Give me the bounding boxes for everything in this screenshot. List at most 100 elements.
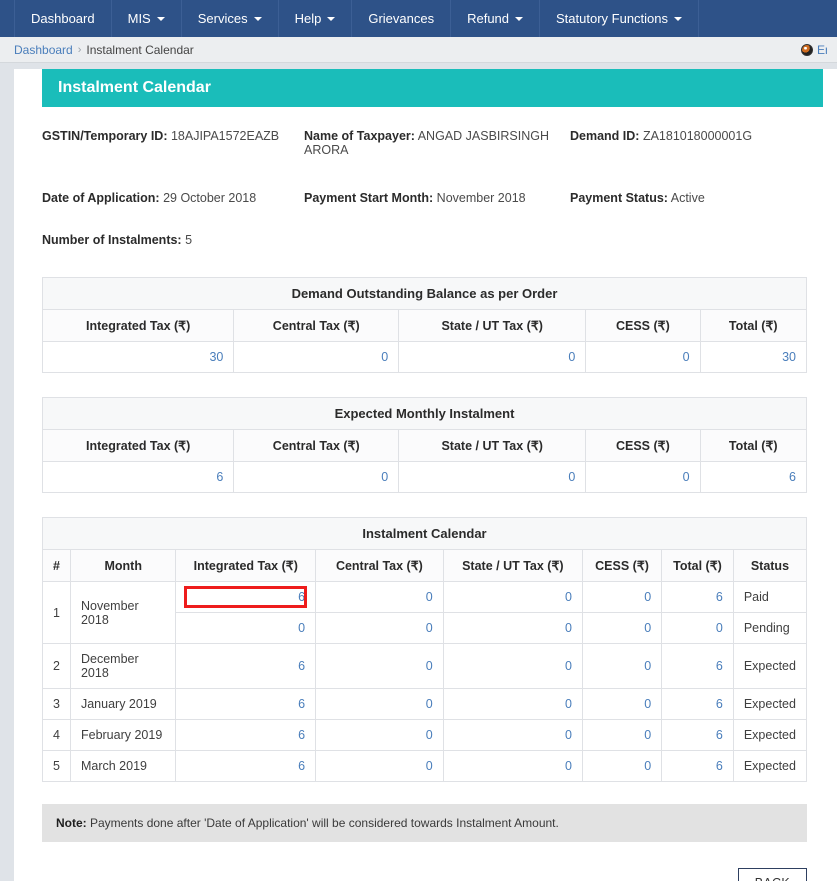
column-header: Integrated Tax (₹) bbox=[41, 309, 235, 342]
nav-item-services[interactable]: Services bbox=[182, 0, 279, 37]
note-box: Note: Payments done after 'Date of Appli… bbox=[42, 804, 807, 842]
chevron-down-icon bbox=[156, 16, 165, 21]
state-tax-cell: 0 bbox=[442, 643, 583, 689]
globe-icon bbox=[801, 43, 813, 56]
column-header: Central Tax (₹) bbox=[233, 429, 400, 462]
column-header: Central Tax (₹) bbox=[315, 549, 444, 582]
table-row: 1 November 2018 6 0 0 0 6 Paid bbox=[42, 581, 808, 644]
status-cell: Expected bbox=[732, 750, 808, 782]
cess-tax-cell: 0 bbox=[581, 643, 663, 689]
column-header: CESS (₹) bbox=[585, 429, 701, 462]
language-selector[interactable]: En bbox=[801, 43, 827, 57]
total-tax-cell: 6 bbox=[661, 688, 734, 720]
column-header: State / UT Tax (₹) bbox=[398, 429, 587, 462]
nav-item-statutory-functions[interactable]: Statutory Functions bbox=[540, 0, 700, 37]
meta-demand-id: Demand ID: ZA181018000001G bbox=[570, 129, 809, 157]
column-header: State / UT Tax (₹) bbox=[398, 309, 587, 342]
month-cell: March 2019 bbox=[69, 750, 177, 782]
breadcrumb-dashboard-link[interactable]: Dashboard bbox=[14, 43, 73, 57]
page-panel: Instalment Calendar GSTIN/Temporary ID: … bbox=[14, 69, 837, 881]
meta-status-value: Active bbox=[670, 191, 705, 205]
column-header: Total (₹) bbox=[661, 549, 734, 582]
breadcrumb-separator: › bbox=[77, 43, 82, 56]
navbar-filler bbox=[699, 0, 837, 37]
nav-item-refund[interactable]: Refund bbox=[451, 0, 541, 37]
cess-tax-cell: 0 bbox=[581, 688, 663, 720]
month-cell: January 2019 bbox=[69, 688, 177, 720]
central-tax-cell: 0 bbox=[315, 750, 444, 782]
integrated-tax-cell: 6 bbox=[175, 581, 317, 613]
meta-payment-start-month: Payment Start Month: November 2018 bbox=[304, 191, 570, 205]
meta-taxpayer: Name of Taxpayer: ANGAD JASBIRSINGH AROR… bbox=[304, 129, 570, 157]
table-title-row: Instalment Calendar bbox=[42, 517, 807, 550]
table-cell: 6 bbox=[41, 461, 235, 493]
meta-instalments-label: Number of Instalments: bbox=[42, 233, 182, 247]
nav-item-label: MIS bbox=[127, 11, 151, 26]
status-cell: Expected bbox=[732, 643, 808, 689]
row-index-cell: 5 bbox=[42, 750, 71, 782]
chevron-down-icon bbox=[515, 16, 524, 21]
status-cell: Pending bbox=[732, 612, 808, 644]
meta-date-of-application: Date of Application: 29 October 2018 bbox=[42, 191, 304, 205]
expected-instalment-section: Expected Monthly Instalment Integrated T… bbox=[41, 397, 809, 493]
nav-item-help[interactable]: Help bbox=[279, 0, 353, 37]
central-tax-cell: 0 bbox=[315, 581, 444, 613]
nav-item-label: Statutory Functions bbox=[556, 11, 669, 26]
meta-row-1: GSTIN/Temporary ID: 18AJIPA1572EAZB Name… bbox=[42, 129, 809, 157]
table-header-row: # Month Integrated Tax (₹) Central Tax (₹) S… bbox=[42, 549, 808, 582]
column-header: # bbox=[42, 549, 71, 582]
demand-outstanding-table: Demand Outstanding Balance as per Order … bbox=[41, 277, 808, 373]
row-index-cell: 2 bbox=[42, 643, 71, 689]
status-cell: Paid bbox=[732, 581, 808, 613]
table-cell: 0 bbox=[398, 341, 587, 373]
table-row: 3 January 2019 6 0 0 0 6 Expected bbox=[42, 688, 808, 720]
central-tax-cell: 0 bbox=[315, 719, 444, 751]
state-tax-cell: 0 bbox=[442, 581, 583, 613]
total-tax-cell: 6 bbox=[661, 581, 734, 613]
table-cell: 0 bbox=[585, 341, 701, 373]
nav-item-label: Refund bbox=[467, 11, 510, 26]
table-row: 30 0 0 0 30 bbox=[41, 341, 808, 373]
nav-item-mis[interactable]: MIS bbox=[112, 0, 182, 37]
column-header: Status bbox=[732, 549, 808, 582]
status-cell: Expected bbox=[732, 688, 808, 720]
table-row: 5 March 2019 6 0 0 0 6 Expected bbox=[42, 750, 808, 782]
column-header: Total (₹) bbox=[699, 309, 808, 342]
cess-tax-cell: 0 bbox=[581, 581, 663, 613]
table-row: 4 February 2019 6 0 0 0 6 Expected bbox=[42, 719, 808, 751]
column-header: CESS (₹) bbox=[585, 309, 701, 342]
main-navbar: Dashboard MIS Services Help Grievances Refund… bbox=[0, 0, 837, 37]
nav-item-grievances[interactable]: Grievances bbox=[352, 0, 452, 37]
table-header-row: Integrated Tax (₹) Central Tax (₹) State /… bbox=[41, 429, 808, 462]
nav-item-label: Grievances bbox=[368, 11, 435, 26]
total-tax-cell: 0 bbox=[661, 612, 734, 644]
table-cell: 0 bbox=[398, 461, 587, 493]
column-header: Total (₹) bbox=[699, 429, 808, 462]
meta-start-month-label: Payment Start Month: bbox=[304, 191, 434, 205]
back-button[interactable]: BACK bbox=[737, 868, 807, 881]
table-cell: 6 bbox=[699, 461, 808, 493]
highlight-box bbox=[184, 586, 308, 608]
column-header: CESS (₹) bbox=[581, 549, 663, 582]
nav-item-dashboard[interactable]: Dashboard bbox=[14, 0, 112, 37]
integrated-tax-cell: 0 bbox=[175, 612, 317, 644]
column-header: Month bbox=[69, 549, 177, 582]
meta-gstin: GSTIN/Temporary ID: 18AJIPA1572EAZB bbox=[42, 129, 304, 157]
column-header: Integrated Tax (₹) bbox=[41, 429, 235, 462]
integrated-tax-cell: 6 bbox=[175, 643, 317, 689]
integrated-tax-cell: 6 bbox=[175, 719, 317, 751]
meta-number-of-instalments: Number of Instalments: 5 bbox=[42, 233, 304, 247]
table-cell: 0 bbox=[233, 341, 400, 373]
nav-item-label: Help bbox=[294, 11, 322, 26]
demand-outstanding-section: Demand Outstanding Balance as per Order … bbox=[41, 277, 809, 373]
central-tax-cell: 0 bbox=[315, 688, 444, 720]
meta-taxpayer-label: Name of Taxpayer: bbox=[304, 129, 415, 143]
cess-tax-cell: 0 bbox=[581, 719, 663, 751]
footer-actions: BACK bbox=[42, 868, 807, 881]
note-text: Payments done after 'Date of Application… bbox=[86, 816, 559, 830]
meta-start-month-value: November 2018 bbox=[436, 191, 526, 205]
column-header: State / UT Tax (₹) bbox=[442, 549, 583, 582]
table-header-row: Integrated Tax (₹) Central Tax (₹) State /… bbox=[41, 309, 808, 342]
expected-instalment-table: Expected Monthly Instalment Integrated T… bbox=[41, 397, 808, 493]
meta-gstin-label: GSTIN/Temporary ID: bbox=[42, 129, 168, 143]
